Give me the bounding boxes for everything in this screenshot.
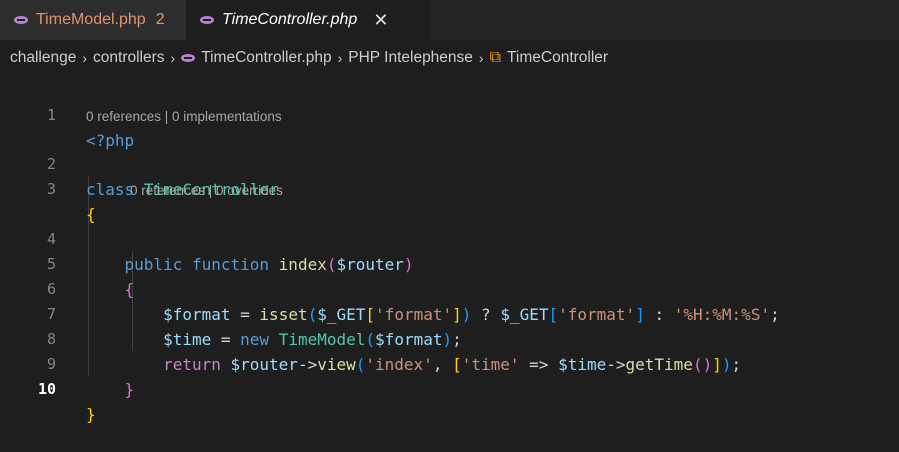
- tab-label: TimeController.php: [222, 11, 358, 28]
- codelens-method[interactable]: 0 references | 0 overrides: [130, 181, 283, 201]
- class-symbol-icon: ⧉: [489, 49, 502, 66]
- code-text: $format = isset($_GET['format']) ? $_GET…: [163, 305, 780, 324]
- php-elephant-icon: [181, 53, 196, 63]
- chevron-right-icon: ›: [478, 50, 484, 66]
- tab-timemodel[interactable]: TimeModel.php 2: [0, 0, 186, 40]
- breadcrumb-symbol[interactable]: TimeController: [507, 49, 608, 67]
- chevron-right-icon: ›: [337, 50, 343, 66]
- line-number-current: 10: [37, 380, 56, 398]
- breadcrumb-folder-challenge[interactable]: challenge: [10, 49, 76, 67]
- code-text: $time = new TimeModel($format);: [163, 330, 462, 349]
- code-line: 1 <?php: [0, 78, 134, 150]
- close-icon[interactable]: ✕: [373, 10, 388, 31]
- code-line: 8 return $router->view('index', ['time' …: [0, 302, 741, 374]
- problem-count-badge: 2: [155, 11, 165, 28]
- code-line: 7 $time = new TimeModel($format);: [0, 277, 462, 349]
- code-line: 4 public function index($router): [0, 202, 414, 274]
- codelens-class[interactable]: 0 references | 0 implementations: [86, 107, 282, 127]
- chevron-right-icon: ›: [82, 50, 88, 66]
- breadcrumb-folder-controllers[interactable]: controllers: [93, 49, 165, 67]
- code-text: {: [124, 280, 135, 299]
- code-text: return $router->view('index', ['time' =>…: [163, 355, 742, 374]
- code-editor[interactable]: 1 <?php 0 references | 0 implementations…: [0, 76, 899, 424]
- code-line: 3 {: [0, 152, 96, 224]
- code-text: }: [86, 405, 96, 424]
- tab-label: TimeModel.php: [36, 11, 146, 28]
- code-line: 6 $format = isset($_GET['format']) ? $_G…: [0, 252, 780, 324]
- tab-timecontroller[interactable]: TimeController.php ✕: [186, 0, 431, 40]
- code-text: }: [124, 380, 135, 399]
- code-text: {: [86, 205, 96, 224]
- php-elephant-icon: [200, 15, 214, 25]
- code-line: 10 }: [0, 352, 96, 424]
- tab-bar-empty-area: [431, 0, 899, 40]
- line-number: 1: [46, 106, 56, 124]
- breadcrumb: challenge › controllers › TimeController…: [0, 40, 899, 76]
- editor-tab-bar: TimeModel.php 2 TimeController.php ✕: [0, 0, 899, 40]
- chevron-right-icon: ›: [170, 50, 176, 66]
- code-text: public function index($router): [124, 255, 414, 274]
- breadcrumb-language-server[interactable]: PHP Intelephense: [348, 49, 473, 67]
- breadcrumb-file[interactable]: TimeController.php: [201, 49, 331, 67]
- code-text: <?php: [86, 131, 135, 150]
- line-number: 3: [46, 180, 56, 198]
- code-line: 5 {: [0, 227, 134, 299]
- code-line: 9 }: [0, 327, 134, 399]
- php-elephant-icon: [14, 15, 28, 25]
- code-line: 2 class TimeController: [0, 127, 279, 199]
